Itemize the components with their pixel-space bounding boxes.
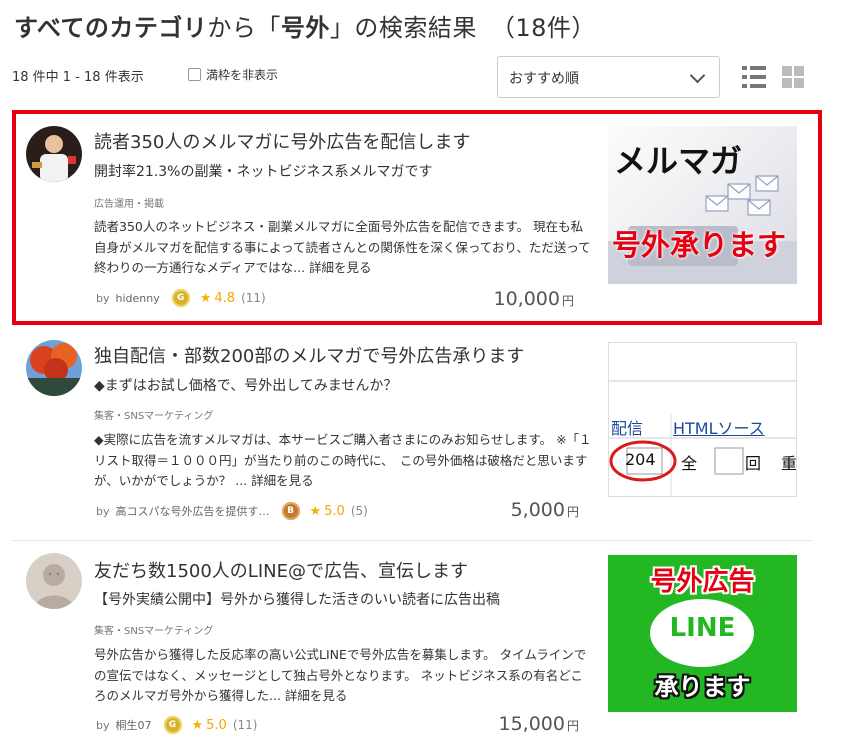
seller-meta: by 高コスパな号外広告を提供す… B ★ 5.0 (5) (96, 502, 368, 520)
seller-name[interactable]: 高コスパな号外広告を提供す… (116, 503, 270, 519)
item-thumbnail[interactable]: 号外広告 LINE 承ります (608, 555, 797, 712)
item-subtitle: ◆まずはお試し価格で、号外出してみませんか？ (94, 378, 398, 394)
by-label: by (96, 718, 110, 732)
yen-label: 円 (566, 719, 579, 733)
bronze-rank-badge-icon: B (281, 502, 300, 520)
thumb-text-5: 回 (745, 454, 762, 473)
item-subtitle: 【号外実績公開中】号外から獲得した活きのいい読者に広告出稿 (94, 592, 500, 608)
results-toolbar: 18 件中 1 - 18 件表示 満枠を非表示 おすすめ順 (12, 56, 830, 100)
item-subtitle: 開封率21.3%の副業・ネットビジネス系メルマガです (94, 164, 433, 180)
detail-link[interactable]: 詳細を見る (309, 260, 372, 275)
seller-meta: by hidenny G ★ 4.8 (11) (96, 289, 266, 307)
sort-select[interactable]: おすすめ順 (497, 56, 720, 98)
title-count: （18件） (490, 14, 596, 42)
thumb-text-1: 号外広告 (650, 567, 755, 597)
yen-label: 円 (561, 294, 574, 308)
seller-meta: by 桐生07 G ★ 5.0 (11) (96, 716, 257, 734)
gold-rank-badge-icon: G (163, 716, 182, 734)
review-count: (5) (350, 504, 368, 518)
item-category[interactable]: 集客・SNSマーケティング (94, 407, 213, 422)
detail-link[interactable]: 詳細を見る (285, 688, 348, 703)
thumb-text-6: 重 (781, 454, 797, 473)
price-value: 5,000 (510, 499, 565, 521)
yen-label: 円 (566, 505, 579, 519)
rating-value: 5.0 (206, 717, 227, 733)
item-category[interactable]: 集客・SNSマーケティング (94, 622, 213, 637)
review-count: (11) (232, 718, 258, 732)
seller-name[interactable]: hidenny (116, 292, 160, 305)
item-price: 5,000 円 (511, 499, 579, 521)
avatar[interactable] (26, 553, 82, 609)
star-icon: ★ (191, 717, 204, 733)
seller-name[interactable]: 桐生07 (116, 717, 152, 733)
thumb-text-3: 承ります (654, 673, 751, 701)
by-label: by (96, 291, 110, 305)
item-category[interactable]: 広告運用・掲載 (94, 195, 164, 210)
hide-full-filter[interactable]: 満枠を非表示 (188, 66, 278, 83)
rating-value: 5.0 (324, 503, 345, 519)
divider (12, 540, 812, 541)
rating-value: 4.8 (214, 290, 236, 306)
star-icon: ★ (199, 290, 212, 306)
list-item[interactable]: 独自配信・部数200部のメルマガで号外広告承ります ◆まずはお試し価格で、号外出… (12, 330, 822, 535)
list-item[interactable]: 友だち数1500人のLINE@で広告、宣伝します 【号外実績公開中】号外から獲得… (12, 545, 822, 752)
thumb-text-2: 号外承ります (612, 228, 787, 262)
title-from: から「 (207, 14, 281, 42)
thumb-text-1: 配信 (611, 419, 644, 438)
thumb-text-4: 全 (681, 454, 698, 473)
sort-value: おすすめ順 (509, 71, 579, 87)
item-thumbnail[interactable]: 配信 HTMLソース 204 全 回 重 (608, 342, 797, 497)
thumb-text-2: LINE (669, 613, 736, 643)
thumb-text-2: HTMLソース (673, 419, 765, 438)
thumb-text-3: 204 (625, 450, 656, 469)
item-description: 読者350人のネットビジネス・副業メルマガに全面号外広告を配信できます。 現在も… (94, 217, 594, 279)
title-rest: 」の検索結果 (329, 14, 477, 42)
by-label: by (96, 504, 110, 518)
item-description: ◆実際に広告を流すメルマガは、本サービスご購入者さまにのみお知らせします。 ※「… (94, 430, 594, 492)
avatar[interactable] (26, 126, 82, 182)
item-thumbnail[interactable]: メルマガ 号外承ります (608, 126, 797, 284)
list-view-icon[interactable] (742, 66, 766, 88)
avatar[interactable] (26, 340, 82, 396)
hide-full-checkbox[interactable] (188, 68, 201, 81)
star-icon: ★ (309, 503, 322, 519)
item-price: 15,000 円 (499, 713, 580, 735)
list-item[interactable]: 読者350人のメルマガに号外広告を配信します 開封率21.3%の副業・ネットビジ… (12, 110, 822, 325)
item-title[interactable]: 友だち数1500人のLINE@で広告、宣伝します (94, 557, 468, 583)
gold-rank-badge-icon: G (171, 289, 190, 307)
price-value: 10,000 (493, 288, 560, 310)
result-count: 18 件中 1 - 18 件表示 (12, 70, 144, 85)
thumb-text-1: メルマガ (614, 142, 743, 180)
price-value: 15,000 (498, 713, 565, 735)
item-title[interactable]: 読者350人のメルマガに号外広告を配信します (94, 128, 470, 154)
title-category: すべてのカテゴリ (14, 14, 208, 42)
chevron-down-icon (689, 67, 706, 84)
hide-full-label: 満枠を非表示 (206, 68, 279, 82)
item-title[interactable]: 独自配信・部数200部のメルマガで号外広告承ります (94, 342, 524, 368)
detail-link[interactable]: 詳細を見る (251, 473, 314, 488)
title-keyword: 号外 (280, 14, 330, 42)
page-title: すべてのカテゴリから「号外」の検索結果 （18件） (14, 8, 596, 43)
grid-view-icon[interactable] (782, 66, 806, 88)
item-price: 10,000 円 (494, 288, 575, 310)
item-description: 号外広告から獲得した反応率の高い公式LINEで号外広告を募集します。 タイムライ… (94, 645, 594, 707)
description-text: ◆実際に広告を流すメルマガは、本サービスご購入者さまにのみお知らせします。 ※「… (94, 432, 592, 488)
review-count: (11) (241, 291, 266, 305)
